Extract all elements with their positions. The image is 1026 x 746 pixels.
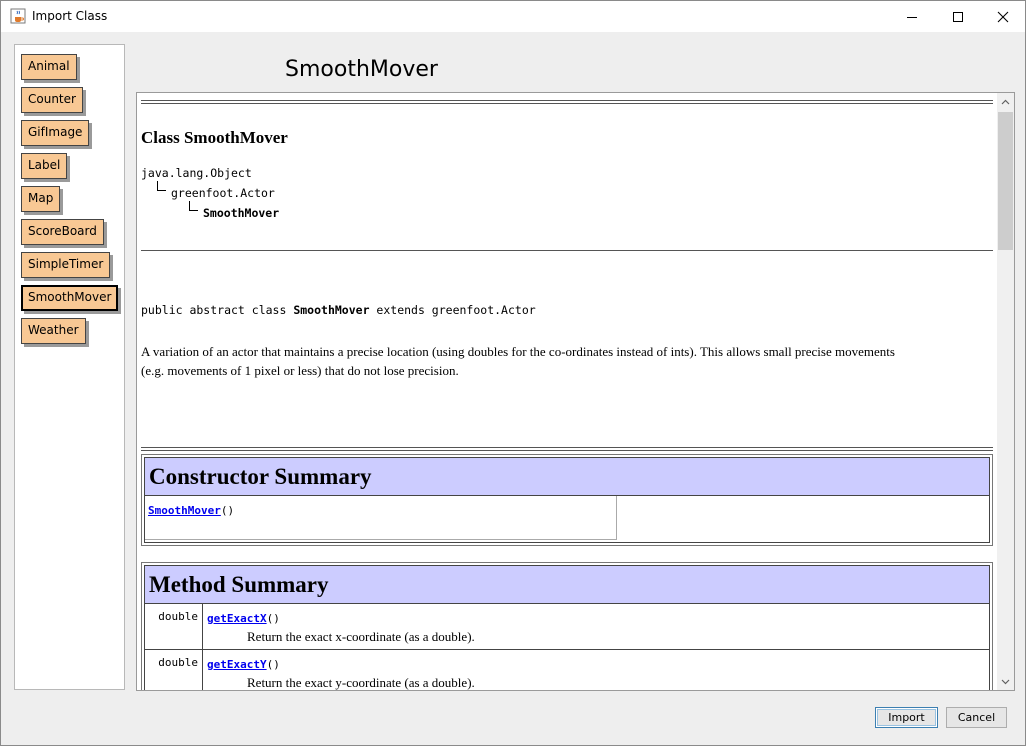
import-class-dialog: Import Class Animal Counter GifImage Lab… xyxy=(0,0,1026,746)
title-bar[interactable]: Import Class xyxy=(1,1,1025,32)
method-link-getexacty[interactable]: getExactY xyxy=(207,658,267,671)
class-button-map[interactable]: Map xyxy=(21,186,61,212)
declaration-suffix: extends greenfoot.Actor xyxy=(369,303,536,317)
section-rule xyxy=(141,250,993,251)
description-line-2: (e.g. movements of 1 pixel or less) that… xyxy=(141,363,459,378)
tree-connector xyxy=(157,181,166,191)
maximize-button[interactable] xyxy=(935,1,981,32)
table-row: SmoothMover() xyxy=(145,496,989,542)
method-return-type: double xyxy=(145,650,203,690)
class-button-label[interactable]: Label xyxy=(21,153,68,179)
constructor-summary-heading: Constructor Summary xyxy=(145,458,989,496)
class-button-simpletimer[interactable]: SimpleTimer xyxy=(21,252,111,278)
method-return-type: double xyxy=(145,604,203,649)
class-button-counter[interactable]: Counter xyxy=(21,87,83,113)
scroll-down-button[interactable] xyxy=(997,673,1014,690)
method-summary-inner: Method Summary double getExactX() Return… xyxy=(144,565,990,690)
class-heading: Class SmoothMover xyxy=(141,128,288,147)
method-signature: getExactX() xyxy=(207,611,280,626)
table-row: double getExactY() Return the exact y-co… xyxy=(145,650,989,690)
class-list-panel: Animal Counter GifImage Label Map ScoreB… xyxy=(14,44,125,690)
class-button-scoreboard[interactable]: ScoreBoard xyxy=(21,219,104,245)
import-button[interactable]: Import xyxy=(875,707,938,728)
class-button-animal[interactable]: Animal xyxy=(21,54,77,80)
java-cup-icon xyxy=(10,8,26,24)
section-rule xyxy=(141,450,993,451)
tree-connector xyxy=(189,201,198,211)
hierarchy-object: java.lang.Object xyxy=(141,166,252,180)
method-link-getexactx[interactable]: getExactX xyxy=(207,612,267,625)
declaration-prefix: public abstract class xyxy=(141,303,294,317)
chevron-down-icon xyxy=(1001,679,1010,684)
method-parens: () xyxy=(266,658,280,671)
constructor-link[interactable]: SmoothMover xyxy=(148,504,221,517)
class-declaration: public abstract class SmoothMover extend… xyxy=(141,303,536,317)
chevron-up-icon xyxy=(1001,99,1010,104)
method-description: Return the exact x-coordinate (as a doub… xyxy=(247,629,475,644)
method-description: Return the exact y-coordinate (as a doub… xyxy=(247,675,475,690)
minimize-button[interactable] xyxy=(889,1,935,32)
hierarchy-smoothmover: SmoothMover xyxy=(203,206,280,220)
method-signature: getExactY() xyxy=(207,657,280,672)
cancel-button[interactable]: Cancel xyxy=(946,707,1007,728)
minimize-icon xyxy=(907,16,917,18)
table-row: double getExactX() Return the exact x-co… xyxy=(145,604,989,650)
class-button-weather[interactable]: Weather xyxy=(21,318,86,344)
constructor-parens: () xyxy=(220,504,235,517)
method-parens: () xyxy=(266,612,280,625)
scroll-thumb[interactable] xyxy=(998,112,1013,250)
hierarchy-actor: greenfoot.Actor xyxy=(171,186,275,200)
constructor-summary-table: Constructor Summary SmoothMover() xyxy=(141,454,993,546)
documentation-content: Class SmoothMover java.lang.Object green… xyxy=(137,93,997,690)
description-line-1: A variation of an actor that maintains a… xyxy=(141,344,895,359)
scroll-up-button[interactable] xyxy=(997,93,1014,110)
documentation-viewer: Class SmoothMover java.lang.Object green… xyxy=(136,92,1015,691)
close-button[interactable] xyxy=(980,1,1026,32)
class-description: A variation of an actor that maintains a… xyxy=(141,342,981,380)
close-icon xyxy=(997,11,1009,22)
window-title: Import Class xyxy=(32,9,108,23)
declaration-name: SmoothMover xyxy=(293,303,370,317)
class-button-gifimage[interactable]: GifImage xyxy=(21,120,90,146)
method-summary-heading: Method Summary xyxy=(145,566,989,604)
maximize-icon xyxy=(953,11,963,22)
top-rule xyxy=(141,100,993,104)
class-button-smoothmover[interactable]: SmoothMover xyxy=(21,285,119,311)
doc-header-title: SmoothMover xyxy=(285,57,438,82)
method-summary-table: Method Summary double getExactX() Return… xyxy=(141,562,993,690)
section-rule xyxy=(141,447,993,448)
constructor-cell: SmoothMover() xyxy=(145,496,617,540)
vertical-scrollbar[interactable] xyxy=(997,93,1014,690)
constructor-summary-inner: Constructor Summary SmoothMover() xyxy=(144,457,990,543)
